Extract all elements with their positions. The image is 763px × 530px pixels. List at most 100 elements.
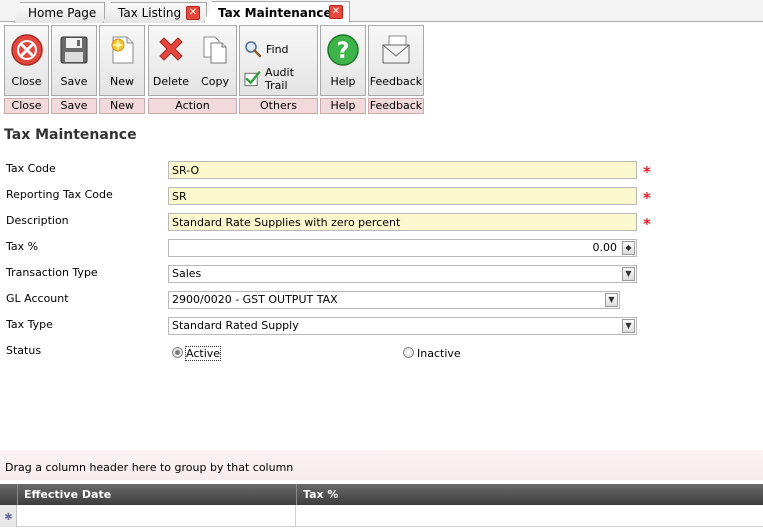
help-button-label: Help [330, 75, 356, 88]
close-circle-icon [10, 34, 43, 66]
column-header-effective-date[interactable]: Effective Date [17, 484, 296, 505]
group-label: Action [148, 98, 237, 114]
status-inactive-label[interactable]: Inactive [417, 347, 461, 360]
tab-label: Tax Maintenance [218, 5, 332, 20]
group-label: Close [4, 98, 49, 114]
cell-effective-date[interactable] [17, 505, 296, 527]
tab-tax-maintenance[interactable]: Tax Maintenance ✕ [204, 1, 350, 23]
feedback-button[interactable]: Feedback [369, 26, 423, 97]
transaction-type-value: Sales [172, 267, 202, 280]
close-tab-icon[interactable]: ✕ [329, 5, 343, 19]
description-input[interactable] [168, 213, 637, 231]
gl-account-value: 2900/0020 - GST OUTPUT TAX [172, 293, 338, 306]
status-active-radio[interactable] [172, 347, 183, 358]
copy-documents-icon [203, 36, 227, 64]
grid-header: Effective Date Tax % [0, 484, 763, 505]
row-selector[interactable]: ✱ [0, 505, 17, 527]
chevron-down-icon[interactable]: ▼ [622, 267, 635, 281]
table-row[interactable]: ✱ [0, 505, 763, 527]
reporting-tax-code-label: Reporting Tax Code [6, 188, 113, 201]
new-document-icon [111, 36, 134, 64]
column-header-tax-percent[interactable]: Tax % [296, 484, 763, 505]
group-body: Feedback [368, 25, 424, 96]
new-button[interactable]: New [100, 26, 144, 97]
delete-button-label: Delete [152, 75, 190, 88]
tax-code-label: Tax Code [6, 162, 56, 175]
tax-type-select[interactable]: Standard Rated Supply ▼ [168, 317, 637, 335]
transaction-type-label: Transaction Type [6, 266, 98, 279]
group-label: Others [239, 98, 318, 114]
group-body: Delete Copy [148, 25, 237, 96]
toolbar-group-help: ? Help Help [320, 25, 366, 114]
status-label: Status [6, 344, 42, 357]
save-button[interactable]: Save [52, 26, 96, 97]
save-button-label: Save [60, 75, 88, 88]
checkbox-checked-icon [244, 71, 261, 87]
copy-button[interactable]: Copy [193, 26, 237, 97]
new-button-label: New [110, 75, 134, 88]
delete-x-icon [159, 37, 183, 61]
new-row-asterisk-icon: ✱ [4, 512, 12, 523]
spinner-up-down-icon[interactable]: ◆ [622, 241, 635, 255]
tab-label: Tax Listing [118, 6, 182, 20]
required-indicator: * [643, 163, 651, 181]
help-question-icon: ? [327, 34, 359, 66]
close-tab-icon[interactable]: ✕ [186, 6, 200, 20]
toolbar-group-new: New New [99, 25, 145, 114]
magnifier-icon [245, 41, 262, 58]
feedback-button-label: Feedback [369, 75, 423, 88]
reporting-tax-code-input[interactable] [168, 187, 637, 205]
svg-text:?: ? [337, 39, 350, 64]
group-label: New [99, 98, 145, 114]
tax-percent-spinner[interactable]: 0.00 ◆ [168, 239, 637, 257]
help-button[interactable]: ? Help [321, 26, 365, 97]
transaction-type-select[interactable]: Sales ▼ [168, 265, 637, 283]
toolbar-group-others: Find Audit Trail Others [239, 25, 318, 114]
group-body: ? Help [320, 25, 366, 96]
group-body: Save [51, 25, 97, 96]
toolbar-group-feedback: Feedback Feedback [368, 25, 424, 114]
tab-tax-listing[interactable]: Tax Listing ✕ [103, 2, 207, 23]
audit-trail-button-label: Audit Trail [265, 66, 294, 92]
required-indicator: * [643, 215, 651, 233]
tab-label: Home Page [28, 6, 97, 20]
tax-code-input[interactable] [168, 161, 637, 179]
envelope-icon [382, 35, 410, 64]
gl-account-select[interactable]: 2900/0020 - GST OUTPUT TAX ▼ [168, 291, 620, 309]
required-indicator: * [643, 189, 651, 207]
group-by-hint: Drag a column header here to group by th… [5, 461, 294, 474]
status-inactive-radio[interactable] [403, 347, 414, 358]
close-button[interactable]: Close [5, 26, 48, 97]
find-button-label: Find [266, 42, 289, 56]
cell-tax-percent[interactable] [296, 505, 763, 527]
group-label: Feedback [368, 98, 424, 114]
tax-type-label: Tax Type [6, 318, 53, 331]
description-label: Description [6, 214, 69, 227]
chevron-down-icon[interactable]: ▼ [622, 319, 635, 333]
page-title: Tax Maintenance [4, 127, 137, 143]
gl-account-label: GL Account [6, 292, 69, 305]
tax-type-value: Standard Rated Supply [172, 319, 299, 332]
find-button[interactable]: Find [244, 38, 289, 60]
tab-strip: Home Page Tax Listing ✕ Tax Maintenance … [0, 0, 763, 23]
audit-trail-button[interactable]: Audit Trail [244, 66, 317, 92]
group-body: Close [4, 25, 49, 96]
tax-percent-value: 0.00 [592, 241, 618, 254]
toolbar: Close Close Save Save New New Delete Cop… [0, 23, 763, 115]
status-active-label[interactable]: Active [184, 346, 222, 361]
delete-button[interactable]: Delete [149, 26, 193, 97]
toolbar-group-action: Delete Copy Action [148, 25, 237, 114]
tax-percent-label: Tax % [6, 240, 39, 253]
toolbar-group-save: Save Save [51, 25, 97, 114]
copy-button-label: Copy [201, 75, 229, 88]
group-label: Help [320, 98, 366, 114]
svg-text:✱: ✱ [4, 512, 12, 523]
group-label: Save [51, 98, 97, 114]
close-button-label: Close [11, 75, 42, 88]
group-body: Find Audit Trail [239, 25, 318, 96]
tab-home-page[interactable]: Home Page [14, 2, 105, 23]
floppy-disk-icon [60, 36, 88, 64]
chevron-down-icon[interactable]: ▼ [605, 293, 618, 307]
group-body: New [99, 25, 145, 96]
toolbar-group-close: Close Close [4, 25, 49, 114]
